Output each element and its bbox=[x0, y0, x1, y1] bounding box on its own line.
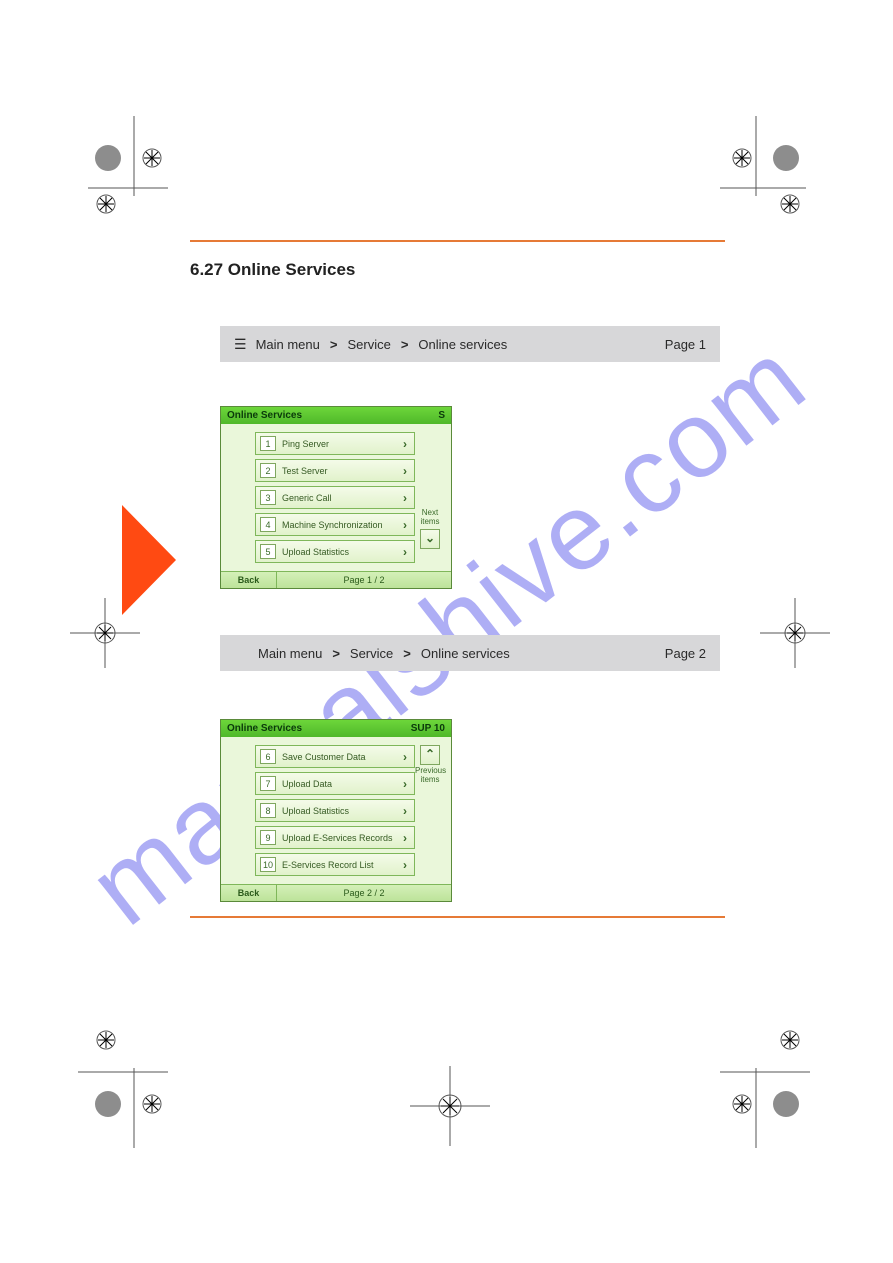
bottom-rule bbox=[190, 916, 725, 918]
breadcrumb-bar-2: Main menu > Service > Online services Pa… bbox=[220, 635, 720, 671]
screenshot-titlebar: Online Services S bbox=[221, 407, 451, 424]
chevron-right-icon: › bbox=[400, 464, 414, 478]
chevron-right-icon: > bbox=[330, 337, 338, 352]
menu-item-number: 9 bbox=[260, 830, 276, 845]
chevron-right-icon: › bbox=[400, 518, 414, 532]
chevron-right-icon: › bbox=[400, 831, 414, 845]
registration-mark-bottom-right bbox=[710, 1008, 830, 1148]
menu-item-label: Upload Data bbox=[280, 779, 400, 789]
chevron-right-icon: › bbox=[400, 777, 414, 791]
menu-item[interactable]: 4 Machine Synchronization › bbox=[255, 513, 415, 536]
menu-item-label: Upload Statistics bbox=[280, 806, 400, 816]
screenshot-titlebar: Online Services SUP 10 bbox=[221, 720, 451, 737]
page-indicator: Page 2 / 2 bbox=[277, 885, 451, 901]
menu-item[interactable]: 10 E-Services Record List › bbox=[255, 853, 415, 876]
chevron-right-icon: › bbox=[400, 804, 414, 818]
chevron-right-icon: › bbox=[400, 545, 414, 559]
menu-item[interactable]: 3 Generic Call › bbox=[255, 486, 415, 509]
registration-mark-bottom-mid bbox=[410, 1066, 490, 1146]
chevron-down-icon: ⌄ bbox=[420, 529, 440, 549]
menu-item[interactable]: 2 Test Server › bbox=[255, 459, 415, 482]
device-screenshot-1: Online Services S 1 Ping Server › 2 Test… bbox=[220, 406, 452, 589]
menu-item-number: 4 bbox=[260, 517, 276, 532]
menu-item-number: 5 bbox=[260, 544, 276, 559]
menu-item-number: 7 bbox=[260, 776, 276, 791]
pager-label: Previous items bbox=[415, 767, 445, 785]
menu-item-number: 3 bbox=[260, 490, 276, 505]
registration-mark-top-left bbox=[58, 116, 178, 236]
menu-item-label: Ping Server bbox=[280, 439, 400, 449]
menu-item[interactable]: 5 Upload Statistics › bbox=[255, 540, 415, 563]
chevron-up-icon: ⌃ bbox=[420, 745, 440, 765]
pager-label: Next items bbox=[415, 509, 445, 527]
page-content: 6.27 Online Services ☰ Main menu > Servi… bbox=[190, 240, 725, 902]
breadcrumb-step: Main menu bbox=[256, 337, 320, 352]
registration-mark-top-right bbox=[710, 116, 830, 236]
menu-item-label: Upload Statistics bbox=[280, 547, 400, 557]
menu-list-icon: ☰ bbox=[234, 337, 246, 351]
chevron-right-icon: > bbox=[403, 646, 411, 661]
previous-items-pager[interactable]: ⌃ Previous items bbox=[415, 745, 445, 785]
chevron-right-icon: > bbox=[401, 337, 409, 352]
breadcrumb-step: Main menu bbox=[258, 646, 322, 661]
breadcrumb-step: Online services bbox=[421, 646, 510, 661]
section-heading: 6.27 Online Services bbox=[190, 260, 725, 280]
breadcrumb-step: Service bbox=[350, 646, 393, 661]
screenshot-title: Online Services bbox=[227, 410, 302, 421]
menu-item-number: 6 bbox=[260, 749, 276, 764]
chevron-right-icon: › bbox=[400, 858, 414, 872]
breadcrumb-page-indicator: Page 2 bbox=[665, 646, 706, 661]
registration-mark-bottom-left bbox=[58, 1008, 178, 1148]
menu-item-label: Generic Call bbox=[280, 493, 400, 503]
breadcrumb-step: Online services bbox=[418, 337, 507, 352]
menu-item-label: Test Server bbox=[280, 466, 400, 476]
registration-mark-mid-right bbox=[760, 598, 830, 668]
menu-item[interactable]: 9 Upload E-Services Records › bbox=[255, 826, 415, 849]
next-items-pager[interactable]: Next items ⌄ bbox=[415, 509, 445, 549]
chevron-right-icon: › bbox=[400, 437, 414, 451]
menu-item-label: Machine Synchronization bbox=[280, 520, 400, 530]
menu-item-label: E-Services Record List bbox=[280, 860, 400, 870]
page-indicator: Page 1 / 2 bbox=[277, 572, 451, 588]
menu-item[interactable]: 8 Upload Statistics › bbox=[255, 799, 415, 822]
screenshot-title: Online Services bbox=[227, 723, 302, 734]
chevron-right-icon: > bbox=[332, 646, 340, 661]
chevron-right-icon: › bbox=[400, 750, 414, 764]
top-rule bbox=[190, 240, 725, 242]
chevron-right-icon: › bbox=[400, 491, 414, 505]
screenshot-title-right: S bbox=[438, 410, 445, 421]
menu-item[interactable]: 7 Upload Data › bbox=[255, 772, 415, 795]
screenshot-title-right: SUP 10 bbox=[411, 723, 445, 734]
menu-item-label: Upload E-Services Records bbox=[280, 833, 400, 843]
back-button[interactable]: Back bbox=[221, 572, 277, 588]
breadcrumb-step: Service bbox=[347, 337, 390, 352]
menu-item-number: 1 bbox=[260, 436, 276, 451]
menu-item[interactable]: 1 Ping Server › bbox=[255, 432, 415, 455]
menu-item-number: 8 bbox=[260, 803, 276, 818]
menu-item[interactable]: 6 Save Customer Data › bbox=[255, 745, 415, 768]
menu-item-number: 2 bbox=[260, 463, 276, 478]
breadcrumb-page-indicator: Page 1 bbox=[665, 337, 706, 352]
pointer-arrow-icon bbox=[122, 505, 176, 615]
back-button[interactable]: Back bbox=[221, 885, 277, 901]
bottom-rule-wrap bbox=[190, 916, 725, 918]
menu-item-number: 10 bbox=[260, 857, 276, 872]
menu-item-label: Save Customer Data bbox=[280, 752, 400, 762]
device-screenshot-2: Online Services SUP 10 ⌃ Previous items … bbox=[220, 719, 452, 902]
breadcrumb-bar-1: ☰ Main menu > Service > Online services … bbox=[220, 326, 720, 362]
